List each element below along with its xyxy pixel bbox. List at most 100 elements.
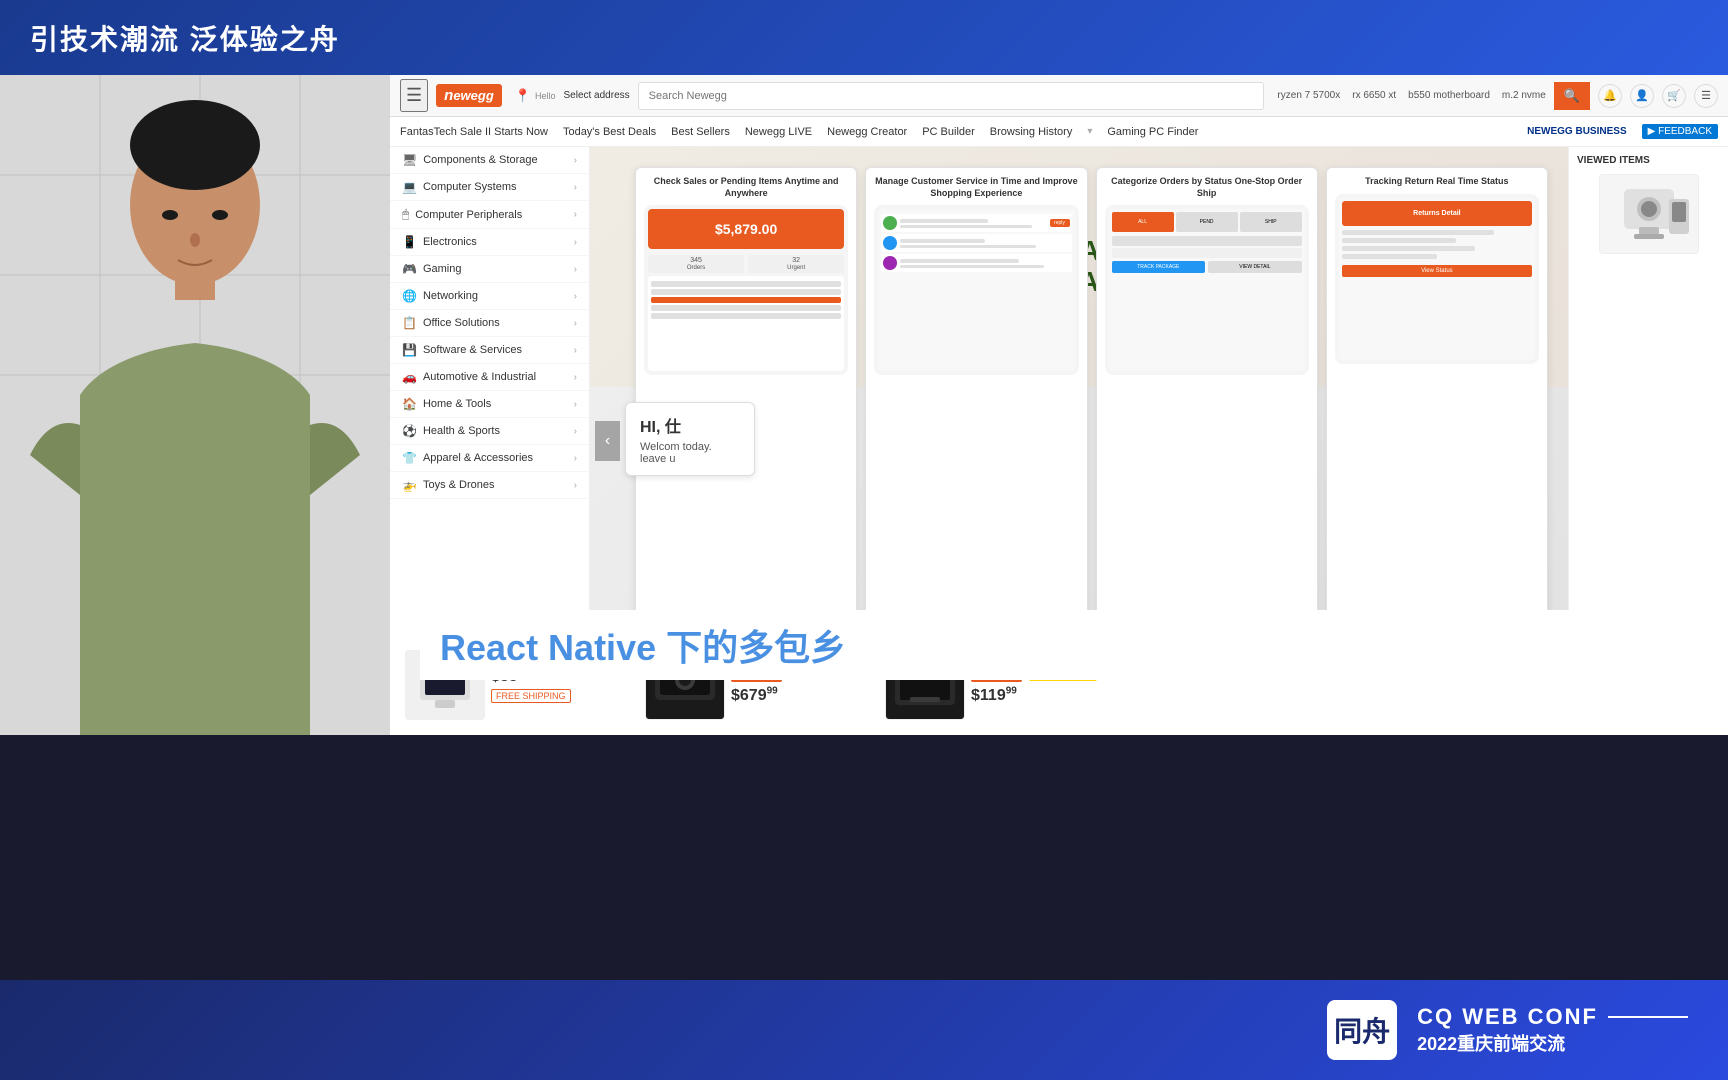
app-row-2 xyxy=(651,289,841,295)
sidebar-item-components[interactable]: 🖥 Components & Storage › xyxy=(390,147,589,174)
sidebar-item-networking[interactable]: 🌐 Networking › xyxy=(390,283,589,310)
apparel-arrow: › xyxy=(574,453,577,464)
automotive-icon: 🚗 xyxy=(402,370,417,384)
hamburger-button[interactable]: ☰ xyxy=(400,79,428,112)
msg-row-6 xyxy=(900,265,1044,268)
suggestion-1[interactable]: ryzen 7 5700x xyxy=(1277,90,1340,101)
sidebar-item-software[interactable]: 💾 Software & Services › xyxy=(390,337,589,364)
nav-best-sellers[interactable]: Best Sellers xyxy=(671,126,730,138)
apparel-label: Apparel & Accessories xyxy=(423,452,568,464)
sidebar-item-health[interactable]: ⚽ Health & Sports › xyxy=(390,418,589,445)
sidebar-item-computer-systems[interactable]: 💻 Computer Systems › xyxy=(390,174,589,201)
status-ship: SHIP xyxy=(1240,212,1302,232)
software-icon: 💾 xyxy=(402,343,417,357)
home-icon: 🏠 xyxy=(402,397,417,411)
msg-content-2 xyxy=(900,237,1069,250)
components-label: Components & Storage xyxy=(423,154,567,166)
nav-browsing-history[interactable]: Browsing History xyxy=(990,126,1073,138)
nav-live[interactable]: Newegg LIVE xyxy=(745,126,812,138)
app-card-4: Tracking Return Real Time Status Returns… xyxy=(1326,167,1548,667)
avatar-2 xyxy=(883,236,897,250)
viewed-product-img xyxy=(1599,174,1699,254)
profile-icon[interactable]: ☰ xyxy=(1694,84,1718,108)
app-screen-1-list xyxy=(648,276,844,371)
sidebar-item-home[interactable]: 🏠 Home & Tools › xyxy=(390,391,589,418)
nav-feedback[interactable]: ▶ FEEDBACK xyxy=(1642,124,1718,139)
slide-prev-button[interactable]: ‹ xyxy=(595,421,620,461)
suggestion-2[interactable]: rx 6650 xt xyxy=(1352,90,1396,101)
return-row-1 xyxy=(1342,230,1494,235)
health-icon: ⚽ xyxy=(402,424,417,438)
search-input[interactable] xyxy=(638,82,1265,110)
browser-header: ☰ newegg 📍 Hello Select address ryzen 7 … xyxy=(390,75,1728,117)
components-arrow: › xyxy=(574,155,577,166)
app-screen-1-header: $5,879.00 xyxy=(648,209,844,249)
sidebar-item-electronics[interactable]: 📱 Electronics › xyxy=(390,229,589,256)
gaming-arrow: › xyxy=(574,264,577,275)
msg-item-2 xyxy=(881,234,1071,252)
conf-year: 2022重庆前端交流 xyxy=(1417,1030,1688,1056)
viewed-item-1[interactable] xyxy=(1577,174,1720,254)
app-screen-4-content: Returns Detail View Status xyxy=(1339,198,1535,360)
app-stats-1: 345Orders 32Urgent xyxy=(648,255,844,273)
location-icon: 📍 xyxy=(515,88,531,104)
app-cards-overlay: Check Sales or Pending Items Anytime and… xyxy=(625,157,1558,677)
return-header: Returns Detail xyxy=(1342,201,1532,226)
track-btns: TRACK PACKAGE VIEW DETAIL xyxy=(1112,261,1302,273)
sidebar-item-peripherals[interactable]: 🖱 Computer Peripherals › xyxy=(390,201,589,229)
sidebar-item-toys[interactable]: 🚁 Toys & Drones › xyxy=(390,472,589,499)
msg-reply-1: reply xyxy=(1050,219,1070,227)
electronics-icon: 📱 xyxy=(402,235,417,249)
sidebar-item-office[interactable]: 📋 Office Solutions › xyxy=(390,310,589,337)
computer-systems-arrow: › xyxy=(574,182,577,193)
price-3: $11999 xyxy=(971,687,1017,704)
nav-gaming-finder[interactable]: Gaming PC Finder xyxy=(1107,126,1198,138)
peripherals-arrow: › xyxy=(574,209,577,220)
product-thumbnail-svg xyxy=(1604,179,1694,249)
nav-creator[interactable]: Newegg Creator xyxy=(827,126,907,138)
networking-icon: 🌐 xyxy=(402,289,417,303)
conf-info: CQ WEB CONF 2022重庆前端交流 xyxy=(1417,1004,1688,1056)
cart-icon[interactable]: 🛒 xyxy=(1662,84,1686,108)
search-button[interactable]: 🔍 xyxy=(1554,82,1590,110)
conf-name-line: CQ WEB CONF xyxy=(1417,1004,1688,1030)
status-all: ALL xyxy=(1112,212,1174,232)
return-row-4 xyxy=(1342,254,1437,259)
app-row-1 xyxy=(651,281,841,287)
app-row-3 xyxy=(651,297,841,303)
address-placeholder[interactable]: Select address xyxy=(563,90,629,101)
price-2: $67999 xyxy=(731,687,778,704)
app-screen-4: Returns Detail View Status xyxy=(1335,194,1539,364)
msg-row-5 xyxy=(900,259,1018,263)
main-area: ☰ newegg 📍 Hello Select address ryzen 7 … xyxy=(0,75,1728,980)
suggestion-3[interactable]: b550 motherboard xyxy=(1408,90,1490,101)
nav-pc-builder[interactable]: PC Builder xyxy=(922,126,975,138)
home-label: Home & Tools xyxy=(423,398,568,410)
conf-divider xyxy=(1608,1016,1688,1018)
conf-logo: 同舟 xyxy=(1327,1000,1397,1060)
user-icon[interactable]: 👤 xyxy=(1630,84,1654,108)
computer-systems-label: Computer Systems xyxy=(423,181,568,193)
sidebar-item-apparel[interactable]: 👕 Apparel & Accessories › xyxy=(390,445,589,472)
sidebar-item-automotive[interactable]: 🚗 Automotive & Industrial › xyxy=(390,364,589,391)
return-action-btn: View Status xyxy=(1342,265,1532,277)
top-banner: 引技术潮流 泛体验之舟 xyxy=(0,0,1728,75)
react-native-text: React Native 下的多包乡 xyxy=(420,619,846,671)
components-icon: 🖥 xyxy=(402,153,417,167)
notification-icon[interactable]: 🔔 xyxy=(1598,84,1622,108)
chat-bubble: HI, 仕 Welcom today. leave u xyxy=(625,402,755,476)
app-row-5 xyxy=(651,313,841,319)
person-silhouette xyxy=(0,75,390,735)
stat-orders: 345Orders xyxy=(648,255,744,273)
office-label: Office Solutions xyxy=(423,317,568,329)
nav-business[interactable]: NEWEGG BUSINESS xyxy=(1527,126,1626,137)
app-card-3-title: Categorize Orders by Status One-Stop Ord… xyxy=(1105,176,1309,199)
view-detail-btn: VIEW DETAIL xyxy=(1208,261,1302,273)
sidebar-item-gaming[interactable]: 🎮 Gaming › xyxy=(390,256,589,283)
suggestion-4[interactable]: m.2 nvme xyxy=(1502,90,1546,101)
toys-icon: 🚁 xyxy=(402,478,417,492)
banner-text: 引技术潮流 泛体验之舟 xyxy=(30,18,340,58)
nav-fantastech[interactable]: FantasTech Sale II Starts Now xyxy=(400,126,548,138)
chat-body: Welcom today. leave u xyxy=(640,441,740,465)
nav-best-deals[interactable]: Today's Best Deals xyxy=(563,126,656,138)
